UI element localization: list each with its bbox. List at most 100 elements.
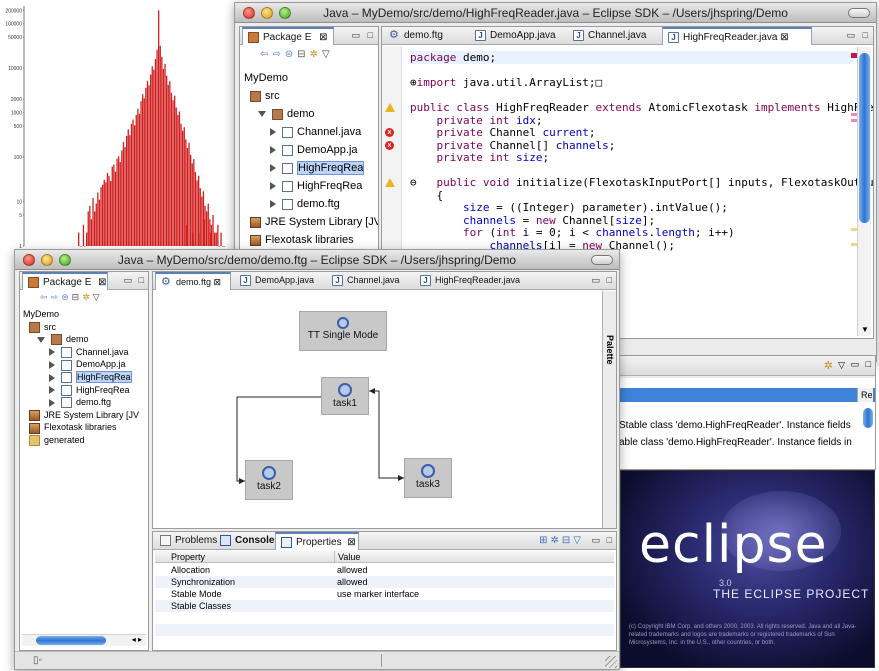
tree-item[interactable]: HighFreqRea [270, 177, 362, 195]
error-mark[interactable] [851, 53, 857, 58]
collapsed-triangle-icon[interactable] [49, 386, 55, 395]
code-line[interactable]: ⊖ public void initialize(FlexotaskInputP… [410, 176, 873, 189]
editor-tab[interactable]: J Channel.java [568, 27, 658, 45]
property-row[interactable] [155, 612, 614, 624]
code-line[interactable]: for (int i = 0; i < channels.length; i++… [410, 226, 853, 239]
editor-minimize-icon[interactable]: ▭ [591, 275, 600, 286]
minimize-button[interactable] [41, 254, 53, 266]
zoom-button[interactable] [59, 254, 71, 266]
tree-item[interactable]: DemoApp.ja [270, 141, 358, 159]
view-menu-icon[interactable]: ▽ [838, 360, 845, 371]
close-button[interactable] [23, 254, 35, 266]
tree-item[interactable]: src [250, 87, 280, 105]
tree-item[interactable]: demo.ftg [49, 396, 111, 409]
collapse-all-icon[interactable]: ⊟ [72, 292, 83, 302]
vertical-scrollbar[interactable]: ▼ [857, 47, 871, 336]
editor-tab[interactable]: J DemoApp.java [235, 272, 323, 290]
editor-maximize-icon[interactable]: □ [607, 275, 612, 285]
tree-item[interactable]: MyDemo [23, 308, 59, 321]
tree-item[interactable]: Channel.java [49, 346, 129, 359]
error-mark[interactable] [851, 119, 857, 122]
tree-item[interactable]: Channel.java [270, 123, 361, 141]
warning-icon[interactable] [385, 178, 395, 187]
connection-task1-task2[interactable] [236, 396, 321, 482]
code-line[interactable]: private int idx; [410, 114, 853, 127]
property-row[interactable]: Stable Mode use marker interface [155, 588, 614, 600]
collapse-all-icon[interactable]: ⊟ [297, 49, 309, 60]
collapsed-triangle-icon[interactable] [270, 128, 276, 137]
property-row[interactable]: Synchronization allowed [155, 576, 614, 588]
scrollbar-thumb[interactable] [859, 53, 870, 223]
tab-package-explorer[interactable]: Package E ⊠ [242, 27, 334, 45]
tree-item[interactable]: Flexotask libraries [29, 421, 117, 434]
code-line[interactable]: public class HighFreqReader extends Atom… [410, 101, 873, 114]
code-line[interactable]: size = ((Integer) parameter).intValue(); [410, 201, 853, 214]
maximize-view-icon[interactable]: □ [866, 359, 871, 369]
toolbar-toggle-button[interactable] [591, 255, 613, 265]
filter-icon[interactable]: ✲ [824, 359, 833, 372]
problems-scrollbar-thumb[interactable] [863, 408, 873, 428]
close-icon[interactable]: ⊠ [319, 32, 327, 43]
collapsed-triangle-icon[interactable] [270, 164, 276, 173]
horizontal-scrollbar[interactable]: ◂ ▸ [22, 634, 146, 646]
resize-grip-icon[interactable] [605, 656, 617, 668]
expanded-triangle-icon[interactable] [37, 336, 45, 343]
problems-line[interactable]: able class 'demo.HighFreqReader'. Instan… [619, 437, 859, 448]
tree-item[interactable]: JRE System Library [JV [29, 409, 139, 422]
code-line[interactable]: package demo; [410, 51, 853, 64]
close-icon[interactable]: ⊠ [347, 537, 355, 548]
property-row[interactable]: Allocation allowed [155, 564, 614, 576]
collapsed-triangle-icon[interactable] [49, 348, 55, 357]
editor-tab[interactable]: J HighFreqReader.java ⊠ [662, 27, 812, 45]
tree-item[interactable]: demo.ftg [270, 195, 340, 213]
collapsed-triangle-icon[interactable] [270, 182, 276, 191]
code-line[interactable]: private int size; [410, 151, 853, 164]
front-window-titlebar[interactable]: Java – MyDemo/src/demo/demo.ftg – Eclips… [15, 250, 619, 270]
forward-arrow-icon[interactable]: ⇨ [272, 49, 284, 60]
filter-icon[interactable]: ✲ [82, 292, 93, 302]
tab-package-explorer[interactable]: Package E ⊠ [22, 272, 108, 290]
problems-line[interactable]: Stable class 'demo.HighFreqReader'. Inst… [619, 420, 859, 431]
link-icon[interactable]: ⊜ [61, 292, 72, 302]
code-line[interactable]: channels = new Channel[size]; [410, 214, 853, 227]
code-line[interactable]: private Channel[] channels; [410, 139, 853, 152]
minimize-button[interactable] [261, 7, 273, 19]
properties-toolbar-icons[interactable]: ⊞✲⊟▽ [539, 535, 584, 546]
warning-icon[interactable] [385, 103, 395, 112]
tree-item[interactable]: demo [37, 333, 89, 346]
error-icon[interactable]: x [385, 140, 394, 150]
code-line[interactable]: ⊕import java.util.ArrayList;□ [410, 76, 853, 89]
maximize-view-icon[interactable]: □ [607, 535, 612, 545]
diagram-canvas[interactable]: TT Single Mode task1 task2 task3 [153, 291, 602, 528]
close-icon[interactable]: ⊠ [778, 32, 788, 43]
back-arrow-icon[interactable]: ⇦ [260, 49, 272, 60]
close-button[interactable] [243, 7, 255, 19]
view-menu-icon[interactable]: ▽ [93, 292, 103, 302]
collapsed-triangle-icon[interactable] [49, 398, 55, 407]
tree-item[interactable]: src [29, 321, 56, 334]
expanded-triangle-icon[interactable] [258, 111, 266, 118]
filter-icon[interactable]: ✲ [310, 49, 322, 60]
error-icon[interactable]: x [385, 128, 394, 137]
maximize-view-icon[interactable]: □ [139, 275, 144, 285]
forward-arrow-icon[interactable]: ⇨ [51, 292, 62, 302]
tree-item[interactable]: HighFreqRea [49, 371, 132, 384]
tree-item[interactable]: demo [258, 105, 315, 123]
editor-tab[interactable]: J DemoApp.java [470, 27, 564, 45]
tree-item[interactable]: JRE System Library [JV [250, 213, 378, 231]
back-window-titlebar[interactable]: Java – MyDemo/src/demo/HighFreqReader.ja… [235, 3, 876, 23]
view-menu-icon[interactable]: ▽ [322, 49, 334, 60]
tree-item[interactable]: MyDemo [244, 69, 288, 87]
tree-item[interactable]: Flexotask libraries [250, 231, 354, 249]
property-row[interactable]: Stable Classes [155, 600, 614, 612]
tab-problems[interactable]: Problems [155, 532, 217, 550]
property-row[interactable] [155, 636, 614, 648]
problems-header-col[interactable]: Re [857, 388, 873, 402]
h-scrollbar-thumb[interactable] [36, 636, 106, 645]
scroll-down-arrow-icon[interactable]: ▼ [861, 325, 869, 334]
error-mark[interactable] [851, 113, 857, 116]
link-icon[interactable]: ⊜ [285, 49, 297, 60]
editor-tab[interactable]: J Channel.java [327, 272, 411, 290]
property-value[interactable]: use marker interface [337, 588, 419, 600]
property-row[interactable] [155, 624, 614, 636]
